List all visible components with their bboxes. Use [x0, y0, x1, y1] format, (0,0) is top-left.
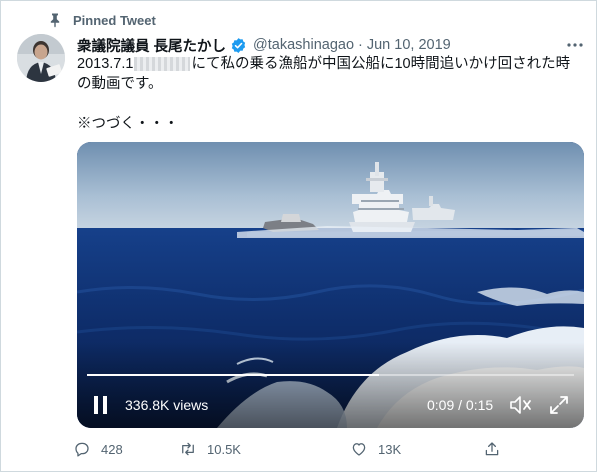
view-count: 336.8K views: [125, 397, 209, 413]
share-button[interactable]: [483, 438, 501, 460]
verified-badge-icon: [231, 37, 246, 53]
pin-icon: [50, 13, 60, 28]
reply-count: 428: [101, 441, 123, 457]
tweet-text-line1b: にて私の乗る漁船が中国公船に10時間追いかけ回された時: [191, 56, 571, 72]
video-progress-bar[interactable]: [87, 374, 574, 376]
handle[interactable]: @takashinagao: [253, 37, 354, 53]
tweet-actions: 428 10.5K 13K: [73, 438, 513, 460]
reply-button[interactable]: 428: [73, 438, 123, 460]
tweet-date[interactable]: Jun 10, 2019: [367, 37, 451, 53]
display-name[interactable]: 衆議院議員 長尾たかし: [77, 35, 226, 56]
retweet-button[interactable]: 10.5K: [179, 438, 241, 460]
pinned-label: Pinned Tweet: [73, 12, 156, 28]
like-button[interactable]: 13K: [350, 438, 401, 460]
retweet-icon: [182, 442, 194, 456]
tweet-text-line1a: 2013.7.1: [77, 56, 134, 72]
reply-icon: [75, 442, 89, 457]
video-player[interactable]: 336.8K views 0:09 / 0:15: [77, 142, 584, 428]
pause-icon[interactable]: [91, 394, 111, 416]
retweet-count: 10.5K: [207, 441, 241, 457]
tweet-card[interactable]: Pinned Tweet 衆議院議員 長尾たかし @takashinagao ·…: [0, 0, 597, 472]
tweet-text: 2013.7.1 にて私の乗る漁船が中国公船に10時間追いかけ回された時 の動画で…: [77, 54, 582, 134]
meta-separator: ·: [358, 37, 363, 53]
fullscreen-icon[interactable]: [548, 394, 570, 416]
video-time: 0:09 / 0:15: [427, 397, 494, 413]
pinned-tweet-row: Pinned Tweet: [47, 10, 156, 30]
like-count: 13K: [378, 441, 402, 457]
tweet-text-line3: ※つづく・・・: [77, 116, 179, 132]
video-progress-fill: [87, 374, 380, 376]
heart-icon: [352, 443, 366, 456]
share-icon: [485, 442, 499, 456]
more-icon[interactable]: [563, 35, 587, 55]
muted-volume-icon[interactable]: [509, 394, 533, 416]
tweet-header: 衆議院議員 長尾たかし @takashinagao · Jun 10, 2019: [77, 35, 451, 55]
video-controls: 336.8K views 0:09 / 0:15: [77, 390, 584, 420]
video-frame: [77, 142, 584, 428]
redacted-text: [134, 57, 191, 72]
avatar[interactable]: [17, 34, 65, 82]
tweet-text-line2: の動画です。: [77, 76, 163, 92]
